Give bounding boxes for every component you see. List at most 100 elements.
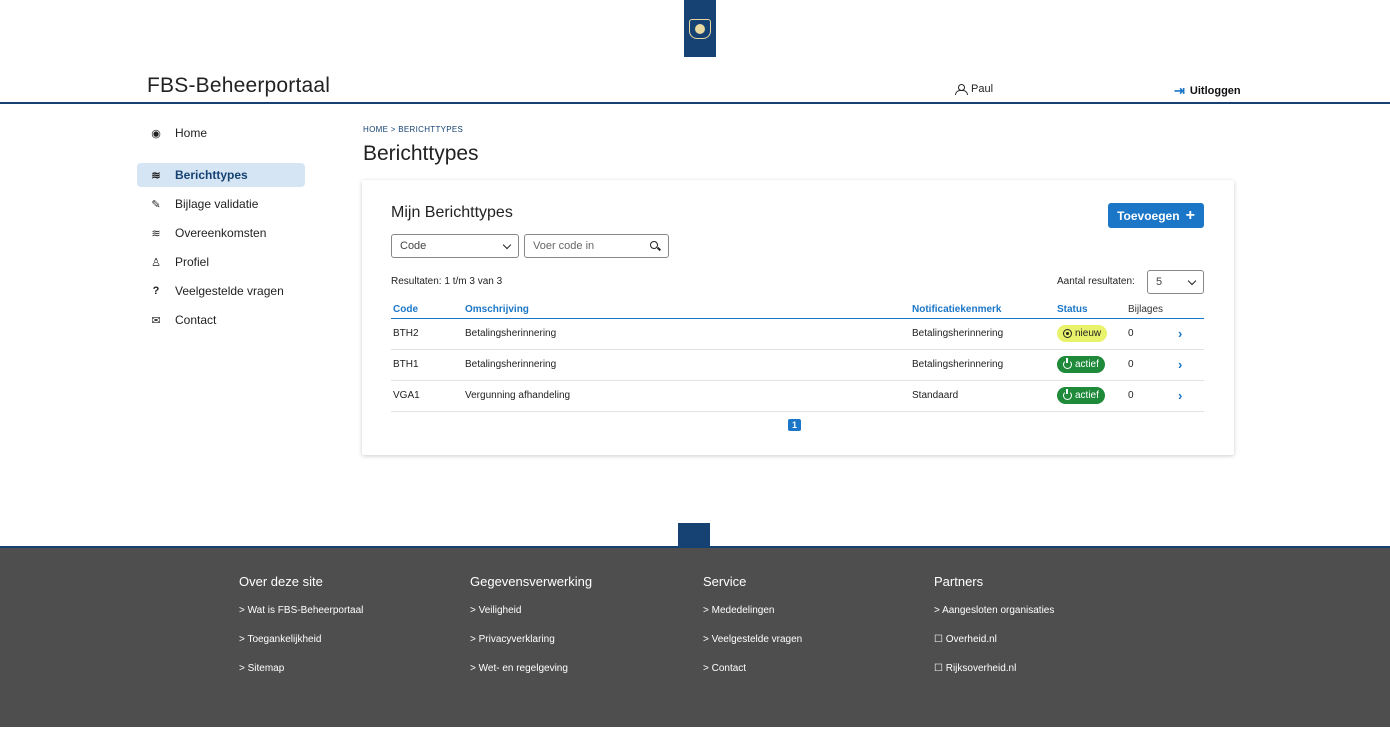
cell-bijlages: 0	[1126, 380, 1176, 412]
cell-action[interactable]: ›	[1176, 380, 1204, 412]
filter-select-value: Code	[400, 240, 427, 252]
cell-notificatiekenmerk: Betalingsherinnering	[910, 318, 1055, 350]
chevron-right-icon[interactable]: ›	[1178, 388, 1182, 403]
user-name: Paul	[971, 83, 994, 95]
status-text: actief	[1075, 390, 1099, 401]
card-title: Mijn Berichttypes	[391, 204, 513, 221]
logout-button[interactable]: ⇥ Uitloggen	[1174, 83, 1241, 99]
logout-icon: ⇥	[1174, 83, 1185, 98]
status-text: actief	[1075, 359, 1099, 370]
sidebar-item-bijlage-validatie[interactable]: ✎ Bijlage validatie	[137, 192, 305, 216]
rijksoverheid-logo	[684, 0, 716, 57]
column-header-status[interactable]: Status	[1055, 302, 1126, 319]
sidebar-nav: ◉ Home ≋ Berichttypes ✎ Bijlage validati…	[137, 121, 305, 337]
footer-column-partners: Partners > Aangesloten organisaties ☐ Ov…	[934, 574, 1054, 692]
page-size-label: Aantal resultaten:	[1057, 276, 1135, 287]
page-size-select[interactable]: 5	[1147, 270, 1204, 294]
cell-notificatiekenmerk: Standaard	[910, 380, 1055, 412]
footer-link[interactable]: ☐ Overheid.nl	[934, 634, 1054, 663]
results-count: Resultaten: 1 t/m 3 van 3	[391, 276, 503, 287]
footer-link[interactable]: > Toegankelijkheid	[239, 634, 363, 663]
status-text: nieuw	[1075, 328, 1102, 339]
plus-icon: +	[1185, 206, 1195, 224]
breadcrumb: HOME > BERICHTTYPES	[363, 125, 463, 134]
breadcrumb-home[interactable]: HOME	[363, 125, 388, 134]
chevron-right-icon[interactable]: ›	[1178, 326, 1182, 341]
sidebar-item-overeenkomsten[interactable]: ≋ Overeenkomsten	[137, 221, 305, 245]
search-icon[interactable]	[650, 241, 660, 251]
footer-column-gegevensverwerking: Gegevensverwerking > Veiligheid > Privac…	[470, 574, 592, 692]
berichttypes-card: Mijn Berichttypes Toevoegen + Code Voer …	[362, 180, 1234, 455]
cell-status: actief	[1055, 349, 1126, 381]
footer-link[interactable]: > Veiligheid	[470, 605, 592, 634]
cell-bijlages: 0	[1126, 349, 1176, 381]
cell-notificatiekenmerk: Betalingsherinnering	[910, 349, 1055, 381]
footer-link[interactable]: > Aangesloten organisaties	[934, 605, 1054, 634]
sidebar-item-label: Home	[175, 126, 208, 140]
cell-bijlages: 0	[1126, 318, 1176, 350]
status-badge: actief	[1057, 387, 1105, 404]
user-icon: ♙	[151, 256, 161, 269]
sidebar-item-berichttypes[interactable]: ≋ Berichttypes	[137, 163, 305, 187]
chevron-right-icon[interactable]: ›	[1178, 357, 1182, 372]
status-badge: nieuw	[1057, 325, 1108, 342]
chevron-down-icon	[1187, 276, 1197, 285]
column-header-notificatiekenmerk[interactable]: Notificatiekenmerk	[910, 302, 1055, 319]
page-title: Berichttypes	[363, 142, 479, 165]
breadcrumb-separator: >	[390, 125, 396, 134]
footer-link[interactable]: > Wat is FBS-Beheerportaal	[239, 605, 363, 634]
footer-link[interactable]: > Mededelingen	[703, 605, 802, 634]
cell-action[interactable]: ›	[1176, 318, 1204, 350]
table-row[interactable]: BTH1 Betalingsherinnering Betalingsherin…	[391, 349, 1204, 381]
cell-code: BTH2	[391, 318, 463, 350]
table-row[interactable]: BTH2 Betalingsherinnering Betalingsherin…	[391, 318, 1204, 350]
page-size-value: 5	[1156, 276, 1163, 288]
footer-column-over-deze-site: Over deze site > Wat is FBS-Beheerportaa…	[239, 574, 363, 692]
add-button[interactable]: Toevoegen +	[1108, 203, 1204, 228]
filter-select[interactable]: Code	[391, 234, 519, 258]
footer-link[interactable]: > Wet- en regelgeving	[470, 663, 592, 692]
footer-link[interactable]: > Contact	[703, 663, 802, 692]
user-icon	[955, 83, 968, 95]
layers-icon: ≋	[151, 169, 161, 182]
add-button-label: Toevoegen	[1117, 208, 1180, 223]
sidebar-item-profiel[interactable]: ♙ Profiel	[137, 250, 305, 274]
column-header-omschrijving[interactable]: Omschrijving	[463, 302, 910, 319]
sidebar-item-home[interactable]: ◉ Home	[137, 121, 305, 145]
search-placeholder: Voer code in	[533, 240, 595, 252]
column-header-bijlages: Bijlages	[1126, 302, 1176, 319]
sidebar-item-label: Overeenkomsten	[175, 226, 267, 240]
cell-action[interactable]: ›	[1176, 349, 1204, 381]
column-header-code[interactable]: Code	[391, 302, 463, 319]
cell-code: VGA1	[391, 380, 463, 412]
crest-icon	[689, 18, 711, 39]
table-row[interactable]: VGA1 Vergunning afhandeling Standaard ac…	[391, 380, 1204, 412]
footer-link[interactable]: > Veelgestelde vragen	[703, 634, 802, 663]
sidebar-item-label: Profiel	[175, 255, 210, 269]
cell-omschrijving: Betalingsherinnering	[463, 318, 910, 350]
berichttypes-table: Code Omschrijving Notificatiekenmerk Sta…	[391, 302, 1204, 412]
pagination-page[interactable]: 1	[788, 419, 801, 431]
footer-link[interactable]: ☐ Rijksoverheid.nl	[934, 663, 1054, 692]
footer-link[interactable]: > Sitemap	[239, 663, 363, 692]
cell-omschrijving: Betalingsherinnering	[463, 349, 910, 381]
sidebar-item-label: Berichttypes	[175, 168, 248, 182]
logout-label: Uitloggen	[1189, 85, 1241, 97]
footer-heading: Over deze site	[239, 574, 323, 589]
sidebar-item-veelgestelde-vragen[interactable]: ? Veelgestelde vragen	[137, 279, 305, 303]
question-icon: ?	[152, 285, 160, 297]
new-status-icon	[1063, 329, 1072, 338]
footer-link[interactable]: > Privacyverklaring	[470, 634, 592, 663]
app-title[interactable]: FBS-Beheerportaal	[147, 74, 330, 98]
search-input[interactable]: Voer code in	[524, 234, 669, 258]
radio-dot-icon: ◉	[151, 127, 161, 140]
footer-heading: Service	[703, 574, 747, 589]
footer-column-service: Service > Mededelingen > Veelgestelde vr…	[703, 574, 802, 692]
site-header: FBS-Beheerportaal Paul ⇥ Uitloggen	[0, 57, 1390, 104]
paperclip-icon: ✎	[151, 198, 161, 211]
power-icon	[1063, 358, 1072, 369]
sidebar-item-label: Bijlage validatie	[175, 197, 259, 211]
user-menu[interactable]: Paul	[955, 83, 993, 95]
column-header-actions	[1176, 302, 1204, 319]
sidebar-item-contact[interactable]: ✉ Contact	[137, 308, 305, 332]
